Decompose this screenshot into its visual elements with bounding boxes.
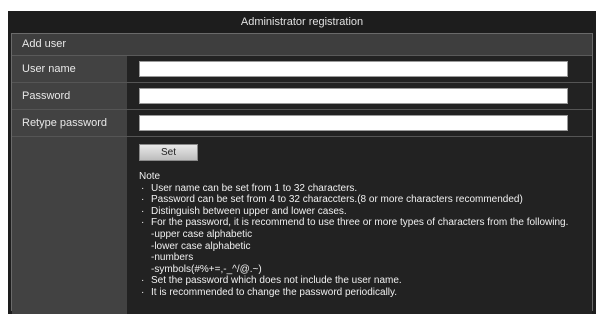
action-area: Set Note User name can be set from 1 to … [12, 137, 592, 314]
note-item: Distinguish between upper and lower case… [139, 206, 568, 218]
note-subitem: -symbols(#%+=,-_^/@.~) [151, 263, 262, 275]
note-item: For the password, it is recommend to use… [139, 217, 568, 229]
note-subitem: -numbers [151, 252, 194, 264]
note-item: Password can be set from 4 to 32 characc… [139, 194, 568, 206]
retype-password-row: Retype password [12, 110, 592, 137]
password-label: Password [12, 83, 127, 109]
password-row: Password [12, 83, 592, 110]
note-item: It is recommended to change the password… [139, 287, 568, 299]
add-user-frame: Add user User name Password Retype passw… [11, 33, 593, 314]
section-header-add-user: Add user [12, 34, 592, 56]
retype-password-input[interactable] [139, 115, 568, 131]
user-name-label: User name [12, 56, 127, 82]
note-block: Note User name can be set from 1 to 32 c… [139, 171, 568, 299]
note-item: User name can be set from 1 to 32 charac… [139, 183, 568, 195]
panel-title: Administrator registration [240, 16, 364, 28]
password-input[interactable] [139, 88, 568, 104]
note-list: User name can be set from 1 to 32 charac… [139, 183, 568, 299]
user-name-row: User name [12, 56, 592, 83]
note-subitem: -upper case alphabetic [151, 228, 253, 240]
note-title: Note [139, 171, 161, 182]
retype-password-label: Retype password [12, 110, 127, 136]
admin-registration-panel: Administrator registration Add user User… [8, 11, 596, 314]
note-item: Set the password which does not include … [139, 275, 568, 287]
user-name-input[interactable] [139, 61, 568, 77]
note-subitem: -lower case alphabetic [151, 240, 251, 252]
set-button[interactable]: Set [139, 144, 198, 161]
